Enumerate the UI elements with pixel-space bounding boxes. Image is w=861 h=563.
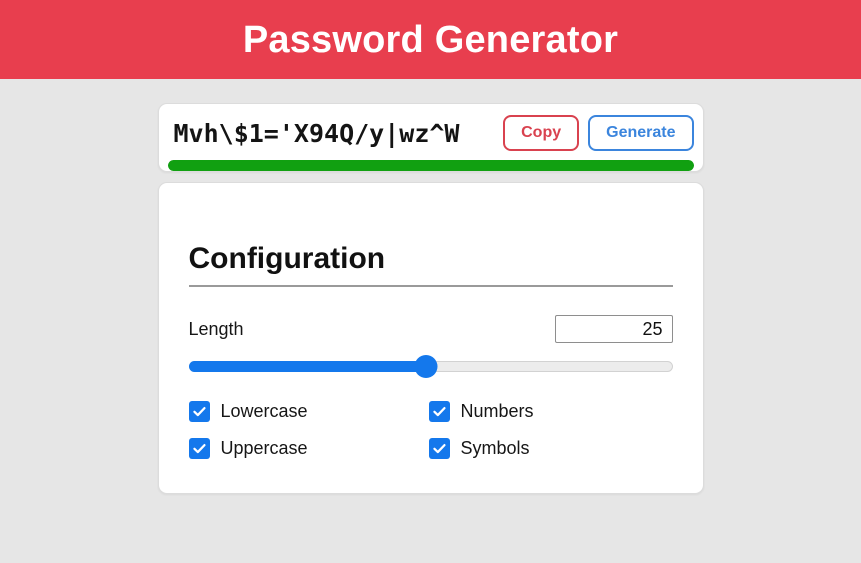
option-label: Lowercase [220,401,308,421]
configuration-heading: Configuration [188,242,386,275]
length-row: Length [189,315,673,343]
app-header: Password Generator [0,0,861,79]
checkbox-checked-icon[interactable] [188,401,210,422]
option-uppercase[interactable]: Uppercase [188,438,429,459]
password-card: Copy Generate [157,103,704,172]
checkbox-checked-icon[interactable] [188,438,210,459]
checkbox-checked-icon[interactable] [428,401,450,422]
length-slider-thumb[interactable] [414,355,438,378]
page-title: Password Generator [242,18,619,61]
option-symbols[interactable]: Symbols [428,438,673,459]
password-strength-bar [167,160,694,171]
password-input[interactable] [167,113,495,153]
copy-button[interactable]: Copy [503,114,580,152]
password-strength-fill [167,160,694,171]
length-label: Length [188,318,244,339]
option-label: Numbers [460,401,534,421]
generate-button[interactable]: Generate [588,114,694,152]
length-slider[interactable] [188,355,673,378]
option-lowercase[interactable]: Lowercase [188,401,429,422]
options-grid: Lowercase Numbers Uppercase Symbols [188,401,673,459]
configuration-divider [188,285,673,287]
length-slider-fill [188,361,426,372]
option-numbers[interactable]: Numbers [428,401,673,422]
length-input[interactable] [554,315,673,343]
checkbox-checked-icon[interactable] [428,438,450,459]
option-label: Uppercase [220,438,308,458]
page-body: Copy Generate Configuration Length [0,79,861,494]
configuration-card: Configuration Length Lowercase [157,182,704,494]
option-label: Symbols [460,438,530,458]
password-row: Copy Generate [167,113,694,153]
